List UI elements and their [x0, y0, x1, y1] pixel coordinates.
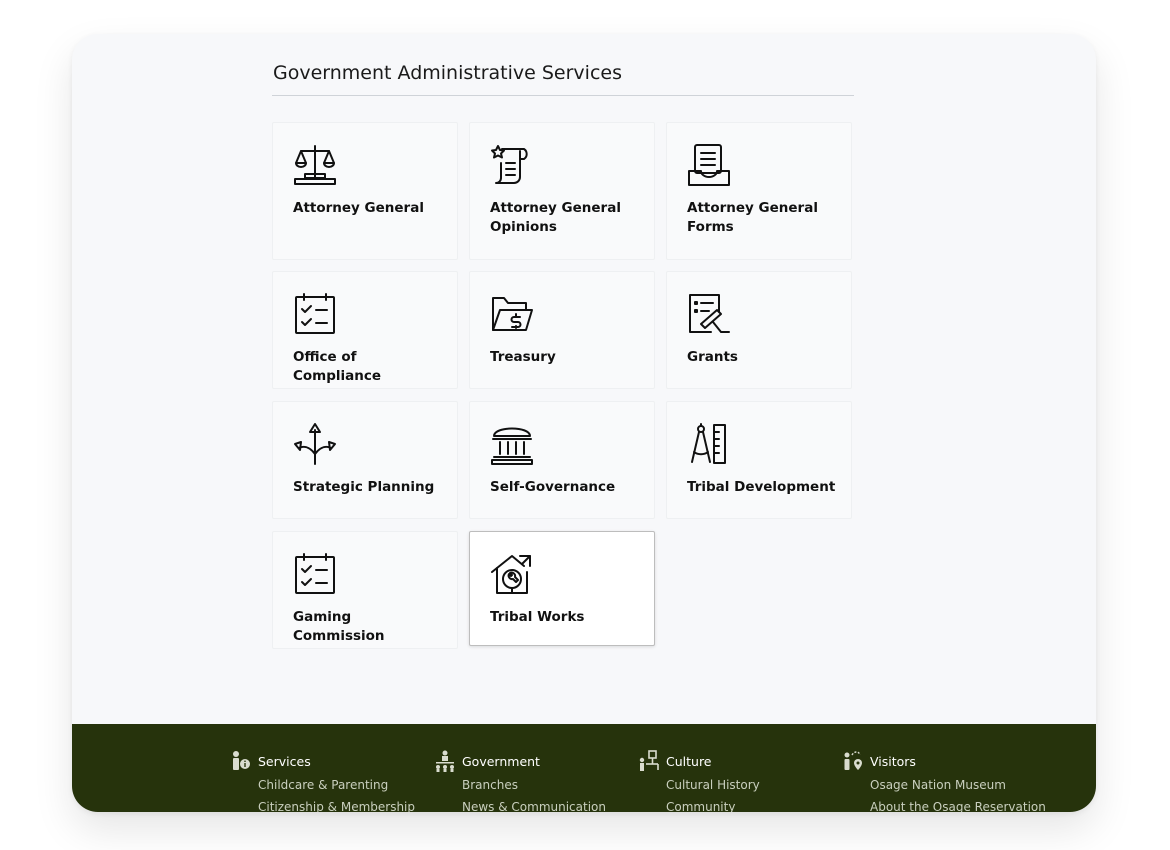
government-building-icon	[490, 422, 534, 466]
card-grants[interactable]: Grants	[666, 271, 852, 389]
card-office-of-compliance[interactable]: Office of Compliance	[272, 271, 458, 389]
checklist-calendar-icon	[293, 552, 337, 596]
footer-heading-label: Visitors	[870, 753, 916, 769]
footer-link[interactable]: Community	[666, 800, 760, 812]
browser-window: Government Administrative Services Attor…	[72, 34, 1096, 812]
footer-link[interactable]: Citizenship & Membership	[258, 800, 415, 812]
folder-dollar-icon	[490, 292, 534, 336]
card-label: Strategic Planning	[293, 479, 435, 495]
card-self-governance[interactable]: Self-Governance	[469, 401, 655, 519]
card-attorney-general[interactable]: Attorney General	[272, 122, 458, 260]
card-treasury[interactable]: Treasury	[469, 271, 655, 389]
scroll-star-icon	[490, 143, 534, 187]
footer-column-visitors: Visitors Osage Nation Museum About the O…	[842, 750, 1046, 812]
site-footer: Services Childcare & Parenting Citizensh…	[72, 724, 1096, 812]
footer-column-culture: Culture Cultural History Community	[638, 750, 760, 812]
services-grid: Attorney General Attorney General Opinio…	[272, 96, 854, 656]
person-info-icon	[230, 750, 252, 772]
footer-heading[interactable]: Visitors	[842, 750, 1046, 772]
card-label: Grants	[687, 349, 738, 365]
footer-link[interactable]: Cultural History	[666, 778, 760, 792]
footer-link[interactable]: News & Communication	[462, 800, 606, 812]
footer-heading-label: Services	[258, 753, 311, 769]
checklist-calendar-icon	[293, 292, 337, 336]
person-location-icon	[842, 750, 864, 772]
card-label: Attorney General Forms	[687, 200, 818, 235]
footer-link[interactable]: Branches	[462, 778, 606, 792]
footer-heading[interactable]: Culture	[638, 750, 760, 772]
card-label: Self-Governance	[490, 479, 616, 495]
footer-heading[interactable]: Government	[434, 750, 606, 772]
scales-icon	[293, 143, 337, 187]
card-label: Tribal Development	[687, 479, 836, 495]
page-title: Government Administrative Services	[272, 56, 854, 96]
card-gaming-commission[interactable]: Gaming Commission	[272, 531, 458, 649]
card-label: Office of Compliance	[293, 349, 382, 384]
card-label: Tribal Works	[490, 609, 585, 625]
people-tree-icon	[638, 750, 660, 772]
footer-link[interactable]: Childcare & Parenting	[258, 778, 415, 792]
footer-link[interactable]: About the Osage Reservation	[870, 800, 1046, 812]
org-chart-icon	[434, 750, 456, 772]
card-attorney-general-opinions[interactable]: Attorney General Opinions	[469, 122, 655, 260]
document-tray-icon	[687, 143, 731, 187]
card-tribal-development[interactable]: Tribal Development	[666, 401, 852, 519]
footer-heading[interactable]: Services	[230, 750, 415, 772]
card-label: Attorney General	[293, 200, 424, 216]
card-strategic-planning[interactable]: Strategic Planning	[272, 401, 458, 519]
footer-heading-label: Government	[462, 753, 540, 769]
card-tribal-works[interactable]: Tribal Works	[469, 531, 655, 646]
card-label: Gaming Commission	[293, 609, 385, 644]
card-label: Attorney General Opinions	[490, 200, 621, 235]
compass-ruler-icon	[687, 422, 731, 466]
card-label: Treasury	[490, 349, 556, 365]
arrows-split-icon	[293, 422, 337, 466]
footer-column-government: Government Branches News & Communication	[434, 750, 606, 812]
footer-column-services: Services Childcare & Parenting Citizensh…	[230, 750, 415, 812]
main-content: Government Administrative Services Attor…	[272, 56, 854, 656]
card-attorney-general-forms[interactable]: Attorney General Forms	[666, 122, 852, 260]
document-sign-icon	[687, 292, 731, 336]
house-wrench-icon	[490, 552, 534, 596]
footer-heading-label: Culture	[666, 753, 712, 769]
footer-link[interactable]: Osage Nation Museum	[870, 778, 1046, 792]
